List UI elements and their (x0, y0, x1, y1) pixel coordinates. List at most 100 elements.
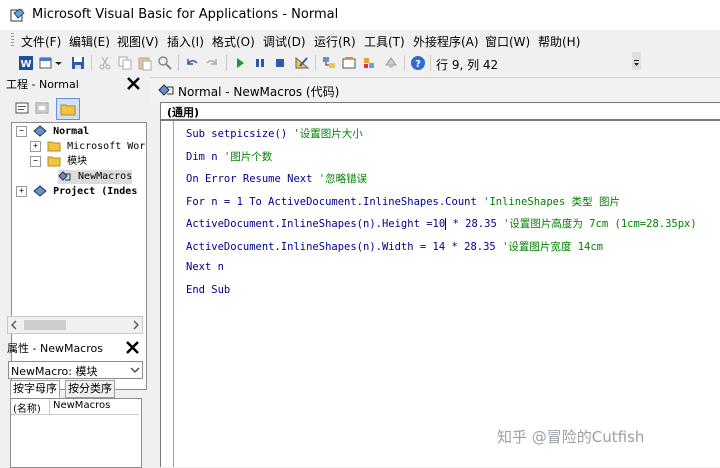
code-comment: '图片个数 (223, 151, 273, 163)
title-bar: Microsoft Visual Basic for Applications … (0, 0, 720, 30)
view-code-icon[interactable] (14, 100, 30, 116)
tree-label-modules: 模块 (67, 156, 88, 167)
design-mode-icon[interactable] (294, 55, 310, 71)
property-name: (名称) (13, 404, 41, 415)
code-text: Dim n (186, 151, 224, 163)
paste-icon[interactable] (137, 55, 153, 71)
copy-icon[interactable] (117, 55, 133, 71)
tab-categorized[interactable]: 按分类序 (65, 380, 115, 398)
project-panel-title: 工程 - Normal (6, 78, 79, 91)
menu-run[interactable]: 运行(R) (314, 33, 356, 50)
menu-help[interactable]: 帮助(H) (538, 33, 580, 50)
collapse-icon[interactable]: − (30, 155, 41, 167)
menu-view[interactable]: 视图(V) (117, 33, 159, 50)
code-editor[interactable]: Sub setpicsize() '设置图片大小 Dim n '图片个数 On … (160, 120, 720, 467)
tree-label-newmacros: NewMacros (78, 171, 133, 182)
tree-label-normal: Normal (53, 126, 90, 137)
view-object-icon[interactable] (34, 100, 50, 116)
scrollbar-thumb[interactable] (24, 320, 66, 330)
toolbar-separator (91, 55, 92, 71)
tree-node-newmacros[interactable]: NewMacros (58, 170, 133, 184)
property-row[interactable]: (名称) NewMacros (11, 399, 139, 415)
cursor-position-readout: 行 9, 列 42 (436, 58, 499, 72)
properties-object-select[interactable]: NewMacro: 模块 (8, 361, 143, 379)
expand-icon[interactable]: + (30, 140, 41, 152)
insert-userform-icon[interactable] (38, 55, 54, 71)
collapse-icon[interactable]: − (16, 125, 27, 137)
toolbar-options-icon[interactable] (632, 52, 641, 70)
code-text: Sub setpicsize() (186, 128, 294, 140)
code-comment: '设置图片宽度 14cm (502, 241, 604, 253)
tab-alphabetic[interactable]: 按字母序 (10, 380, 60, 398)
project-panel-toolbar (4, 96, 144, 120)
open-folder-icon (47, 156, 61, 167)
object-dropdown[interactable]: (通用) (160, 102, 720, 120)
folder-icon (47, 141, 61, 152)
code-text: ActiveDocument.InlineShapes(n).Width = 1… (186, 241, 503, 253)
menu-file[interactable]: 文件(F) (21, 33, 61, 50)
code-text: ActiveDocument.InlineShapes(n).Height =1… (186, 218, 446, 230)
code-window-title: Normal - NewMacros (代码) (178, 85, 340, 99)
tree-node-modules[interactable]: − 模块 (30, 155, 87, 169)
undo-icon[interactable] (184, 55, 200, 71)
menu-edit[interactable]: 编辑(E) (69, 33, 110, 50)
toolbox-icon[interactable] (383, 55, 399, 71)
scroll-left-icon[interactable] (10, 320, 18, 330)
toggle-folders-button[interactable] (56, 98, 80, 120)
object-browser-icon[interactable] (361, 55, 377, 71)
scroll-right-icon[interactable] (132, 320, 140, 330)
tree-node-normal[interactable]: − Normal (16, 125, 89, 139)
menu-bar: 文件(F) 编辑(E) 视图(V) 插入(I) 格式(O) 调试(D) 运行(R… (0, 30, 720, 50)
chevron-down-icon[interactable] (54, 55, 63, 71)
folder-icon (60, 104, 76, 116)
expand-icon[interactable]: + (16, 185, 27, 197)
project-explorer-panel: 工程 - Normal − Normal + Microsoft Wor − 模… (4, 74, 147, 390)
menu-addins[interactable]: 外接程序(A) (413, 33, 479, 50)
close-icon[interactable] (125, 75, 142, 92)
toolbar-separator (315, 55, 316, 71)
code-line: Dim n '图片个数 (186, 149, 272, 164)
properties-panel-header: 属性 - NewMacros (4, 337, 144, 357)
code-text: For n = 1 To ActiveDocument.InlineShapes… (186, 196, 484, 208)
toolbar-separator (226, 55, 227, 71)
tree-node-microsoft-word[interactable]: + Microsoft Wor (30, 140, 145, 154)
project-explorer-icon[interactable] (321, 55, 337, 71)
module-icon (158, 84, 174, 96)
reset-icon[interactable] (272, 55, 288, 71)
menu-insert[interactable]: 插入(I) (167, 33, 204, 50)
vba-project-icon (33, 185, 47, 197)
code-line: Next n (186, 261, 224, 273)
menu-debug[interactable]: 调试(D) (263, 33, 306, 50)
chevron-down-icon[interactable] (130, 365, 140, 375)
menu-grip[interactable] (11, 33, 14, 47)
window-title: Microsoft Visual Basic for Applications … (32, 7, 339, 22)
code-line: On Error Resume Next '忽略错误 (186, 171, 367, 186)
run-icon[interactable] (232, 55, 248, 71)
properties-window-icon[interactable] (341, 55, 357, 71)
menu-window[interactable]: 窗口(W) (485, 33, 530, 50)
help-icon[interactable]: ? (410, 55, 426, 71)
svg-text:W: W (20, 59, 31, 70)
properties-object-value: NewMacro: 模块 (11, 365, 98, 378)
code-margin[interactable] (161, 121, 174, 467)
code-text: End Sub (186, 284, 231, 296)
save-icon[interactable] (70, 55, 86, 71)
code-comment: '忽略错误 (318, 173, 368, 185)
find-icon[interactable] (157, 55, 173, 71)
break-icon[interactable] (252, 55, 268, 71)
redo-icon[interactable] (204, 55, 220, 71)
menu-tools[interactable]: 工具(T) (364, 33, 405, 50)
project-tree-scrollbar[interactable] (7, 316, 143, 334)
code-comment: '设置图片高度为 7cm (1cm=28.35px) (503, 218, 697, 230)
close-icon[interactable] (124, 339, 141, 356)
menu-format[interactable]: 格式(O) (212, 33, 255, 50)
vba-project-icon (33, 125, 47, 137)
code-line: For n = 1 To ActiveDocument.InlineShapes… (186, 194, 620, 209)
tree-label-microsoft-word: Microsoft Wor (67, 141, 146, 152)
code-window-titlebar: Normal - NewMacros (代码) (150, 77, 720, 102)
cut-icon[interactable] (97, 55, 113, 71)
tree-node-project[interactable]: + Project (Indes (16, 185, 137, 199)
code-comment: '设置图片大小 (293, 128, 363, 140)
object-dropdown-value: (通用) (167, 106, 200, 119)
word-icon[interactable]: W (18, 55, 34, 71)
